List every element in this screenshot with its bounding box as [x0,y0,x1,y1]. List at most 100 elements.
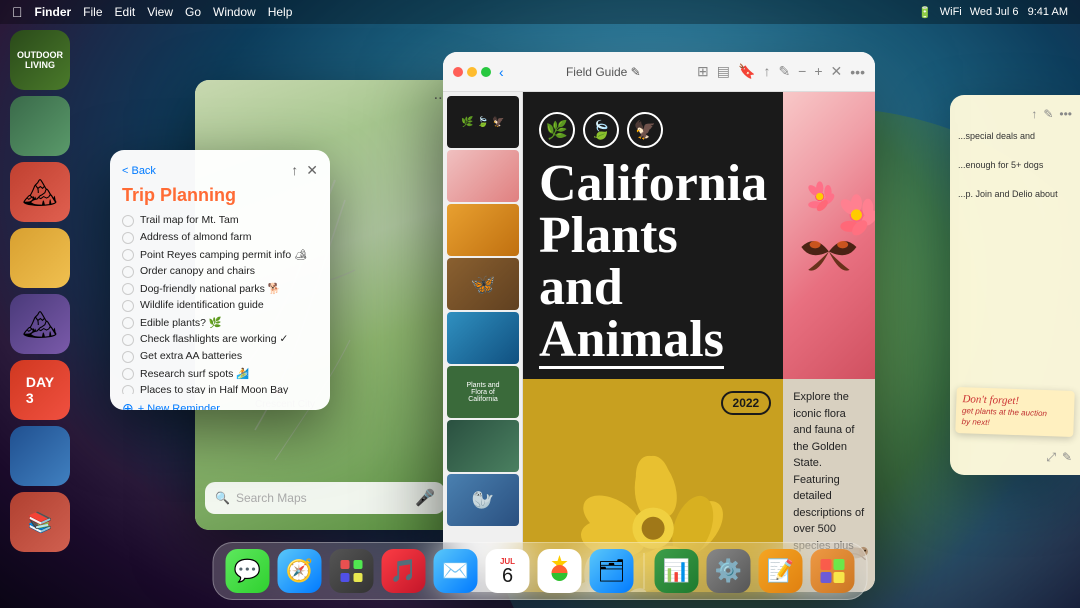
notes-annotate-icon[interactable]: ✎ [1043,107,1053,121]
toolbar-columns-icon[interactable]: ▤ [717,63,730,80]
dock-mail[interactable]: ✉️ [434,549,478,593]
toolbar-bookmark-icon[interactable]: 🔖 [738,63,755,80]
reminder-item-3[interactable]: Order canopy and chairs [122,265,318,278]
apple-menu[interactable]:  [12,4,23,20]
reminders-header: < Back ↑ ✕ [122,162,318,179]
dock-safari[interactable]: 🧭 [278,549,322,593]
sidebar-app-4[interactable] [10,228,70,288]
toolbar-share-icon[interactable]: ↑ [763,63,770,80]
reminder-checkbox-9[interactable] [122,368,134,380]
fg-thumb-7[interactable]: 🦭 [447,474,519,526]
window-minimize-dot[interactable] [467,67,477,77]
dock-calendar[interactable]: JUL 6 [486,549,530,593]
reminders-share-icon[interactable]: ↑ [291,162,298,179]
fg-toolbar-icons: ⊞ ▤ 🔖 ↑ ✎ − + ✕ [697,63,842,80]
menubar-file[interactable]: File [83,5,102,19]
reminder-checkbox-1[interactable] [122,232,134,244]
photos-icon [542,553,578,589]
reminder-checkbox-3[interactable] [122,266,134,278]
menubar-finder[interactable]: Finder [35,5,72,19]
toolbar-plus-icon[interactable]: + [814,63,822,80]
reminder-checkbox-2[interactable] [122,249,134,261]
dock-finder[interactable]: 🗂 [590,549,634,593]
dock-music[interactable]: 🎵 [382,549,426,593]
reminder-checkbox-7[interactable] [122,334,134,346]
fg-title-line2: Plants and [539,207,678,316]
notes-add-icon[interactable]: ✎ [1062,450,1072,465]
reminder-item-9[interactable]: Research surf spots 🏄 [122,367,318,380]
sidebar-app-day3[interactable]: DAY3 [10,360,70,420]
dock-pages[interactable]: 📝 [759,549,803,593]
window-maximize-dot[interactable] [481,67,491,77]
map-search-bar[interactable]: 🔍 Search Maps 🎤 [205,482,445,514]
dock-messages[interactable]: 💬 [226,549,270,593]
toolbar-close-icon[interactable]: ✕ [831,63,843,80]
reminder-checkbox-6[interactable] [122,317,134,329]
sidebar-app-outdoor[interactable]: OUTDOORLIVING [10,30,70,90]
system-prefs-icon: ⚙️ [715,558,742,584]
reminder-checkbox-8[interactable] [122,351,134,363]
dock-overflow[interactable] [811,549,855,593]
fg-thumb-5[interactable]: Plants andFlora ofCalifornia [447,366,519,418]
sidebar-app-2[interactable] [10,96,70,156]
toolbar-minus-icon[interactable]: − [798,63,806,80]
menubar-window[interactable]: Window [213,5,256,19]
dock-system-prefs[interactable]: ⚙️ [707,549,751,593]
sidebar-app-photos[interactable]: 🏔 [10,162,70,222]
reminder-checkbox-4[interactable] [122,283,134,295]
safari-icon: 🧭 [286,558,313,584]
fg-title-line3: Animals [539,314,724,369]
reminder-checkbox-10[interactable] [122,385,134,394]
sidebar-app-8[interactable]: 📚 [10,492,70,552]
map-mic-icon[interactable]: 🎤 [415,488,435,508]
reminders-more-icon[interactable]: ✕ [306,162,318,179]
sidebar-app-5[interactable]: 🏔 [10,294,70,354]
fg-thumb-1[interactable] [447,150,519,202]
new-reminder-icon: ⊕ [122,400,134,410]
reminder-checkbox-0[interactable] [122,215,134,227]
notes-more-icon[interactable]: ••• [1059,107,1072,121]
fg-thumb-3[interactable]: 🦋 [447,258,519,310]
reminders-list: Trail map for Mt. Tam Address of almond … [122,214,318,394]
sidebar-app-7[interactable] [10,426,70,486]
reminder-item-7[interactable]: Check flashlights are working ✓ [122,333,318,346]
menubar-go[interactable]: Go [185,5,201,19]
notes-expand-icon[interactable]: ⤢ [1046,450,1056,465]
toolbar-back-icon[interactable]: ‹ [499,64,504,80]
fg-thumb-2[interactable] [447,204,519,256]
field-guide-window: ‹ Field Guide ✎ ⊞ ▤ 🔖 ↑ ✎ − + ✕ ••• 🌿🍃🦅 [443,52,875,592]
menubar-view[interactable]: View [147,5,173,19]
reminder-item-0[interactable]: Trail map for Mt. Tam [122,214,318,227]
notes-bottom-icons: ⤢ ✎ [1046,450,1072,465]
new-reminder-button[interactable]: ⊕ + New Reminder [122,400,318,410]
finder-icon: 🗂 [598,558,626,584]
reminder-text-9: Research surf spots 🏄 [140,367,249,380]
reminder-item-5[interactable]: Wildlife identification guide [122,299,318,312]
fg-thumb-0[interactable]: 🌿🍃🦅 [447,96,519,148]
reminder-item-8[interactable]: Get extra AA batteries [122,350,318,363]
window-close-dot[interactable] [453,67,463,77]
fg-content: 🌿🍃🦅 🦋 Plants andFlora ofCalifornia 🦭 🌿 [443,92,875,592]
reminder-item-6[interactable]: Edible plants? 🌿 [122,316,318,329]
fg-more-button[interactable]: ••• [850,64,865,80]
notes-share-icon[interactable]: ↑ [1031,107,1037,121]
reminder-item-1[interactable]: Address of almond farm [122,231,318,244]
toolbar-grid-icon[interactable]: ⊞ [697,63,709,80]
reminder-text-5: Wildlife identification guide [140,299,264,311]
reminder-item-4[interactable]: Dog-friendly national parks 🐕 [122,282,318,295]
menubar-edit[interactable]: Edit [115,5,136,19]
fg-thumb-4[interactable] [447,312,519,364]
fg-title-line1: California [539,155,767,212]
fg-cover-text-area: 🌿 🍃 🦅 California Plants and Animals [523,92,783,379]
reminder-item-2[interactable]: Point Reyes camping permit info 🏕 [122,248,318,261]
menubar-datetime: Wed Jul 6 9:41 AM [970,6,1068,18]
reminders-back-button[interactable]: < Back [122,165,156,177]
dock-numbers[interactable]: 📊 [655,549,699,593]
dock-launchpad[interactable] [330,549,374,593]
fg-thumb-6[interactable] [447,420,519,472]
dock-photos[interactable] [538,549,582,593]
reminder-item-10[interactable]: Places to stay in Half Moon Bay [122,384,318,394]
reminder-checkbox-5[interactable] [122,300,134,312]
toolbar-annotate-icon[interactable]: ✎ [778,63,790,80]
menubar-help[interactable]: Help [268,5,293,19]
